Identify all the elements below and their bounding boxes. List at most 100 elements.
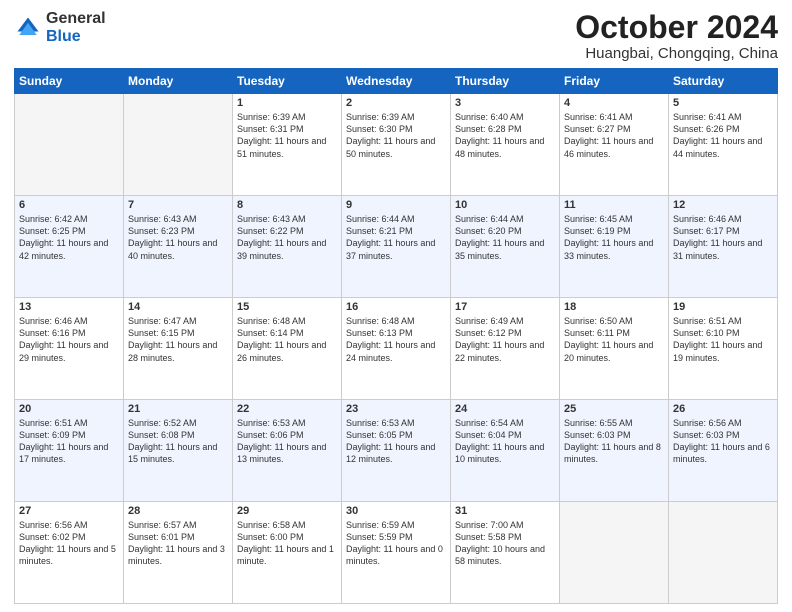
calendar-cell: 3Sunrise: 6:40 AM Sunset: 6:28 PM Daylig… bbox=[451, 94, 560, 196]
day-info: Sunrise: 6:48 AM Sunset: 6:14 PM Dayligh… bbox=[237, 315, 337, 364]
day-number: 12 bbox=[673, 199, 773, 211]
day-number: 31 bbox=[455, 505, 555, 517]
header-thursday: Thursday bbox=[451, 69, 560, 94]
logo: General Blue bbox=[14, 10, 106, 45]
day-number: 1 bbox=[237, 97, 337, 109]
header-wednesday: Wednesday bbox=[342, 69, 451, 94]
day-info: Sunrise: 6:45 AM Sunset: 6:19 PM Dayligh… bbox=[564, 213, 664, 262]
calendar-cell: 12 Sunrise: 6:46 AM Sunset: 6:17 PM Dayli… bbox=[669, 196, 778, 298]
calendar-cell: 21Sunrise: 6:52 AM Sunset: 6:08 PM Dayli… bbox=[124, 400, 233, 502]
title-block: October 2024 Huangbai, Chongqing, China bbox=[575, 10, 778, 62]
calendar-week-row: 1Sunrise: 6:39 AM Sunset: 6:31 PM Daylig… bbox=[15, 94, 778, 196]
day-info: Sunrise: 6:58 AM Sunset: 6:00 PM Dayligh… bbox=[237, 519, 337, 568]
logo-blue: Blue bbox=[46, 28, 81, 45]
day-info: Sunrise: 6:42 AM Sunset: 6:25 PM Dayligh… bbox=[19, 213, 119, 262]
calendar-cell: 9 Sunrise: 6:44 AM Sunset: 6:21 PM Daylig… bbox=[342, 196, 451, 298]
logo-general: General bbox=[46, 10, 106, 27]
day-info: Sunrise: 6:50 AM Sunset: 6:11 PM Dayligh… bbox=[564, 315, 664, 364]
day-number: 30 bbox=[346, 505, 446, 517]
header-sunday: Sunday bbox=[15, 69, 124, 94]
day-number: 28 bbox=[128, 505, 228, 517]
day-info: Sunrise: 6:53 AM Sunset: 6:06 PM Dayligh… bbox=[237, 417, 337, 466]
header-tuesday: Tuesday bbox=[233, 69, 342, 94]
day-number: 15 bbox=[237, 301, 337, 313]
logo-text: General Blue bbox=[46, 10, 106, 45]
calendar-cell: 18 Sunrise: 6:50 AM Sunset: 6:11 PM Dayli… bbox=[560, 298, 669, 400]
day-number: 10 bbox=[455, 199, 555, 211]
day-number: 13 bbox=[19, 301, 119, 313]
calendar-cell: 31 Sunrise: 7:00 AM Sunset: 5:58 PM Dayli… bbox=[451, 502, 560, 604]
day-info: Sunrise: 6:43 AM Sunset: 6:22 PM Dayligh… bbox=[237, 213, 337, 262]
day-info: Sunrise: 6:39 AM Sunset: 6:30 PM Dayligh… bbox=[346, 111, 446, 160]
day-number: 14 bbox=[128, 301, 228, 313]
day-info: Sunrise: 6:49 AM Sunset: 6:12 PM Dayligh… bbox=[455, 315, 555, 364]
calendar-cell: 24 Sunrise: 6:54 AM Sunset: 6:04 PM Dayli… bbox=[451, 400, 560, 502]
day-number: 8 bbox=[237, 199, 337, 211]
calendar-cell: 15 Sunrise: 6:48 AM Sunset: 6:14 PM Dayli… bbox=[233, 298, 342, 400]
day-info: Sunrise: 6:47 AM Sunset: 6:15 PM Dayligh… bbox=[128, 315, 228, 364]
calendar-cell: 1Sunrise: 6:39 AM Sunset: 6:31 PM Daylig… bbox=[233, 94, 342, 196]
calendar-cell: 5 Sunrise: 6:41 AM Sunset: 6:26 PM Daylig… bbox=[669, 94, 778, 196]
calendar-cell bbox=[560, 502, 669, 604]
day-info: Sunrise: 6:56 AM Sunset: 6:03 PM Dayligh… bbox=[673, 417, 773, 466]
logo-icon bbox=[14, 14, 42, 42]
day-number: 18 bbox=[564, 301, 664, 313]
day-number: 4 bbox=[564, 97, 664, 109]
day-number: 23 bbox=[346, 403, 446, 415]
month-title: October 2024 bbox=[575, 10, 778, 45]
header: General Blue October 2024 Huangbai, Chon… bbox=[14, 10, 778, 62]
day-number: 17 bbox=[455, 301, 555, 313]
day-info: Sunrise: 6:51 AM Sunset: 6:10 PM Dayligh… bbox=[673, 315, 773, 364]
day-number: 11 bbox=[564, 199, 664, 211]
day-info: Sunrise: 6:43 AM Sunset: 6:23 PM Dayligh… bbox=[128, 213, 228, 262]
day-info: Sunrise: 7:00 AM Sunset: 5:58 PM Dayligh… bbox=[455, 519, 555, 568]
calendar-cell: 25 Sunrise: 6:55 AM Sunset: 6:03 PM Dayli… bbox=[560, 400, 669, 502]
day-info: Sunrise: 6:46 AM Sunset: 6:16 PM Dayligh… bbox=[19, 315, 119, 364]
day-number: 22 bbox=[237, 403, 337, 415]
calendar-week-row: 20 Sunrise: 6:51 AM Sunset: 6:09 PM Dayli… bbox=[15, 400, 778, 502]
day-number: 2 bbox=[346, 97, 446, 109]
calendar-cell: 20 Sunrise: 6:51 AM Sunset: 6:09 PM Dayli… bbox=[15, 400, 124, 502]
calendar-cell bbox=[669, 502, 778, 604]
calendar-week-row: 27Sunrise: 6:56 AM Sunset: 6:02 PM Dayli… bbox=[15, 502, 778, 604]
day-info: Sunrise: 6:41 AM Sunset: 6:26 PM Dayligh… bbox=[673, 111, 773, 160]
day-number: 19 bbox=[673, 301, 773, 313]
calendar-cell: 16Sunrise: 6:48 AM Sunset: 6:13 PM Dayli… bbox=[342, 298, 451, 400]
day-info: Sunrise: 6:46 AM Sunset: 6:17 PM Dayligh… bbox=[673, 213, 773, 262]
calendar-cell: 26Sunrise: 6:56 AM Sunset: 6:03 PM Dayli… bbox=[669, 400, 778, 502]
day-info: Sunrise: 6:44 AM Sunset: 6:21 PM Dayligh… bbox=[346, 213, 446, 262]
day-number: 20 bbox=[19, 403, 119, 415]
calendar-cell bbox=[124, 94, 233, 196]
calendar-cell: 30 Sunrise: 6:59 AM Sunset: 5:59 PM Dayli… bbox=[342, 502, 451, 604]
day-info: Sunrise: 6:51 AM Sunset: 6:09 PM Dayligh… bbox=[19, 417, 119, 466]
header-friday: Friday bbox=[560, 69, 669, 94]
day-info: Sunrise: 6:41 AM Sunset: 6:27 PM Dayligh… bbox=[564, 111, 664, 160]
calendar-cell bbox=[15, 94, 124, 196]
day-number: 7 bbox=[128, 199, 228, 211]
day-info: Sunrise: 6:59 AM Sunset: 5:59 PM Dayligh… bbox=[346, 519, 446, 568]
header-saturday: Saturday bbox=[669, 69, 778, 94]
location-subtitle: Huangbai, Chongqing, China bbox=[575, 45, 778, 62]
day-number: 21 bbox=[128, 403, 228, 415]
day-number: 29 bbox=[237, 505, 337, 517]
day-number: 3 bbox=[455, 97, 555, 109]
calendar-cell: 29 Sunrise: 6:58 AM Sunset: 6:00 PM Dayli… bbox=[233, 502, 342, 604]
calendar-cell: 4 Sunrise: 6:41 AM Sunset: 6:27 PM Daylig… bbox=[560, 94, 669, 196]
calendar-cell: 17 Sunrise: 6:49 AM Sunset: 6:12 PM Dayli… bbox=[451, 298, 560, 400]
day-number: 24 bbox=[455, 403, 555, 415]
day-number: 9 bbox=[346, 199, 446, 211]
calendar-cell: 2 Sunrise: 6:39 AM Sunset: 6:30 PM Daylig… bbox=[342, 94, 451, 196]
day-info: Sunrise: 6:48 AM Sunset: 6:13 PM Dayligh… bbox=[346, 315, 446, 364]
day-number: 5 bbox=[673, 97, 773, 109]
day-info: Sunrise: 6:55 AM Sunset: 6:03 PM Dayligh… bbox=[564, 417, 664, 466]
calendar-cell: 28 Sunrise: 6:57 AM Sunset: 6:01 PM Dayli… bbox=[124, 502, 233, 604]
day-info: Sunrise: 6:54 AM Sunset: 6:04 PM Dayligh… bbox=[455, 417, 555, 466]
day-number: 6 bbox=[19, 199, 119, 211]
calendar-week-row: 6 Sunrise: 6:42 AM Sunset: 6:25 PM Daylig… bbox=[15, 196, 778, 298]
calendar-cell: 22 Sunrise: 6:53 AM Sunset: 6:06 PM Dayli… bbox=[233, 400, 342, 502]
day-info: Sunrise: 6:57 AM Sunset: 6:01 PM Dayligh… bbox=[128, 519, 228, 568]
header-monday: Monday bbox=[124, 69, 233, 94]
day-number: 25 bbox=[564, 403, 664, 415]
calendar-week-row: 13 Sunrise: 6:46 AM Sunset: 6:16 PM Dayli… bbox=[15, 298, 778, 400]
day-info: Sunrise: 6:44 AM Sunset: 6:20 PM Dayligh… bbox=[455, 213, 555, 262]
